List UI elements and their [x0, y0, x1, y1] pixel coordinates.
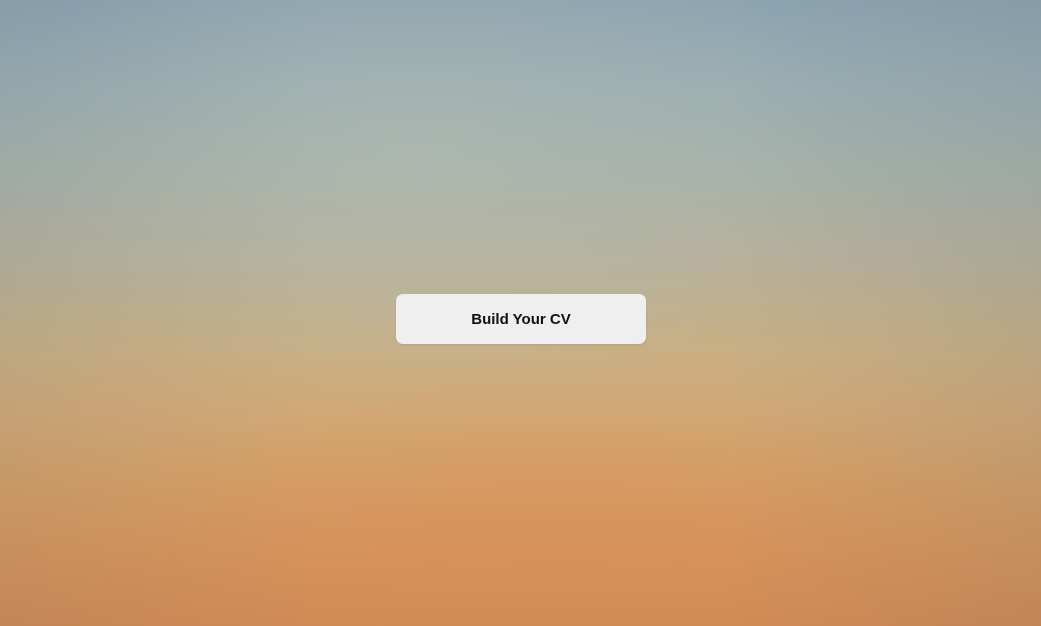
- build-cv-button[interactable]: Build Your CV: [396, 294, 646, 344]
- page-background: Build Your CV: [0, 0, 1041, 626]
